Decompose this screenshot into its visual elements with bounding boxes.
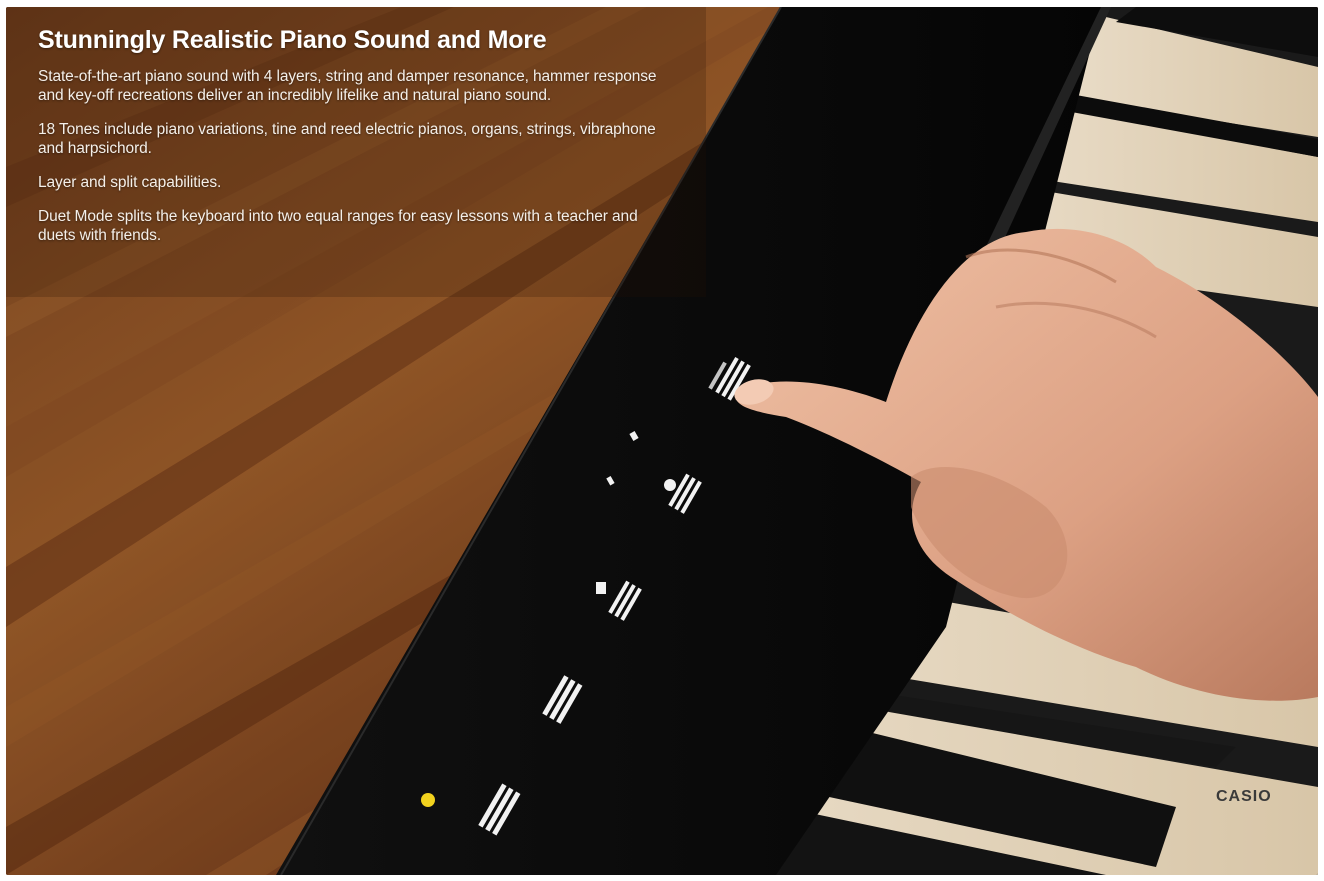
feature-paragraph-duet-mode: Duet Mode splits the keyboard into two e… [38, 208, 638, 244]
feature-paragraph-layer-split: Layer and split capabilities. [38, 174, 222, 191]
casio-logo: CASIO [1216, 788, 1272, 805]
product-image-frame: Stunningly Realistic Piano Sound and Mor… [6, 7, 1318, 875]
feature-text-block: Stunningly Realistic Piano Sound and Mor… [38, 25, 678, 260]
indicator-led [421, 793, 435, 807]
feature-paragraph-sound: State-of-the-art piano sound with 4 laye… [38, 68, 657, 104]
headline: Stunningly Realistic Piano Sound and Mor… [38, 26, 547, 54]
feature-paragraph-tones: 18 Tones include piano variations, tine … [38, 121, 656, 157]
